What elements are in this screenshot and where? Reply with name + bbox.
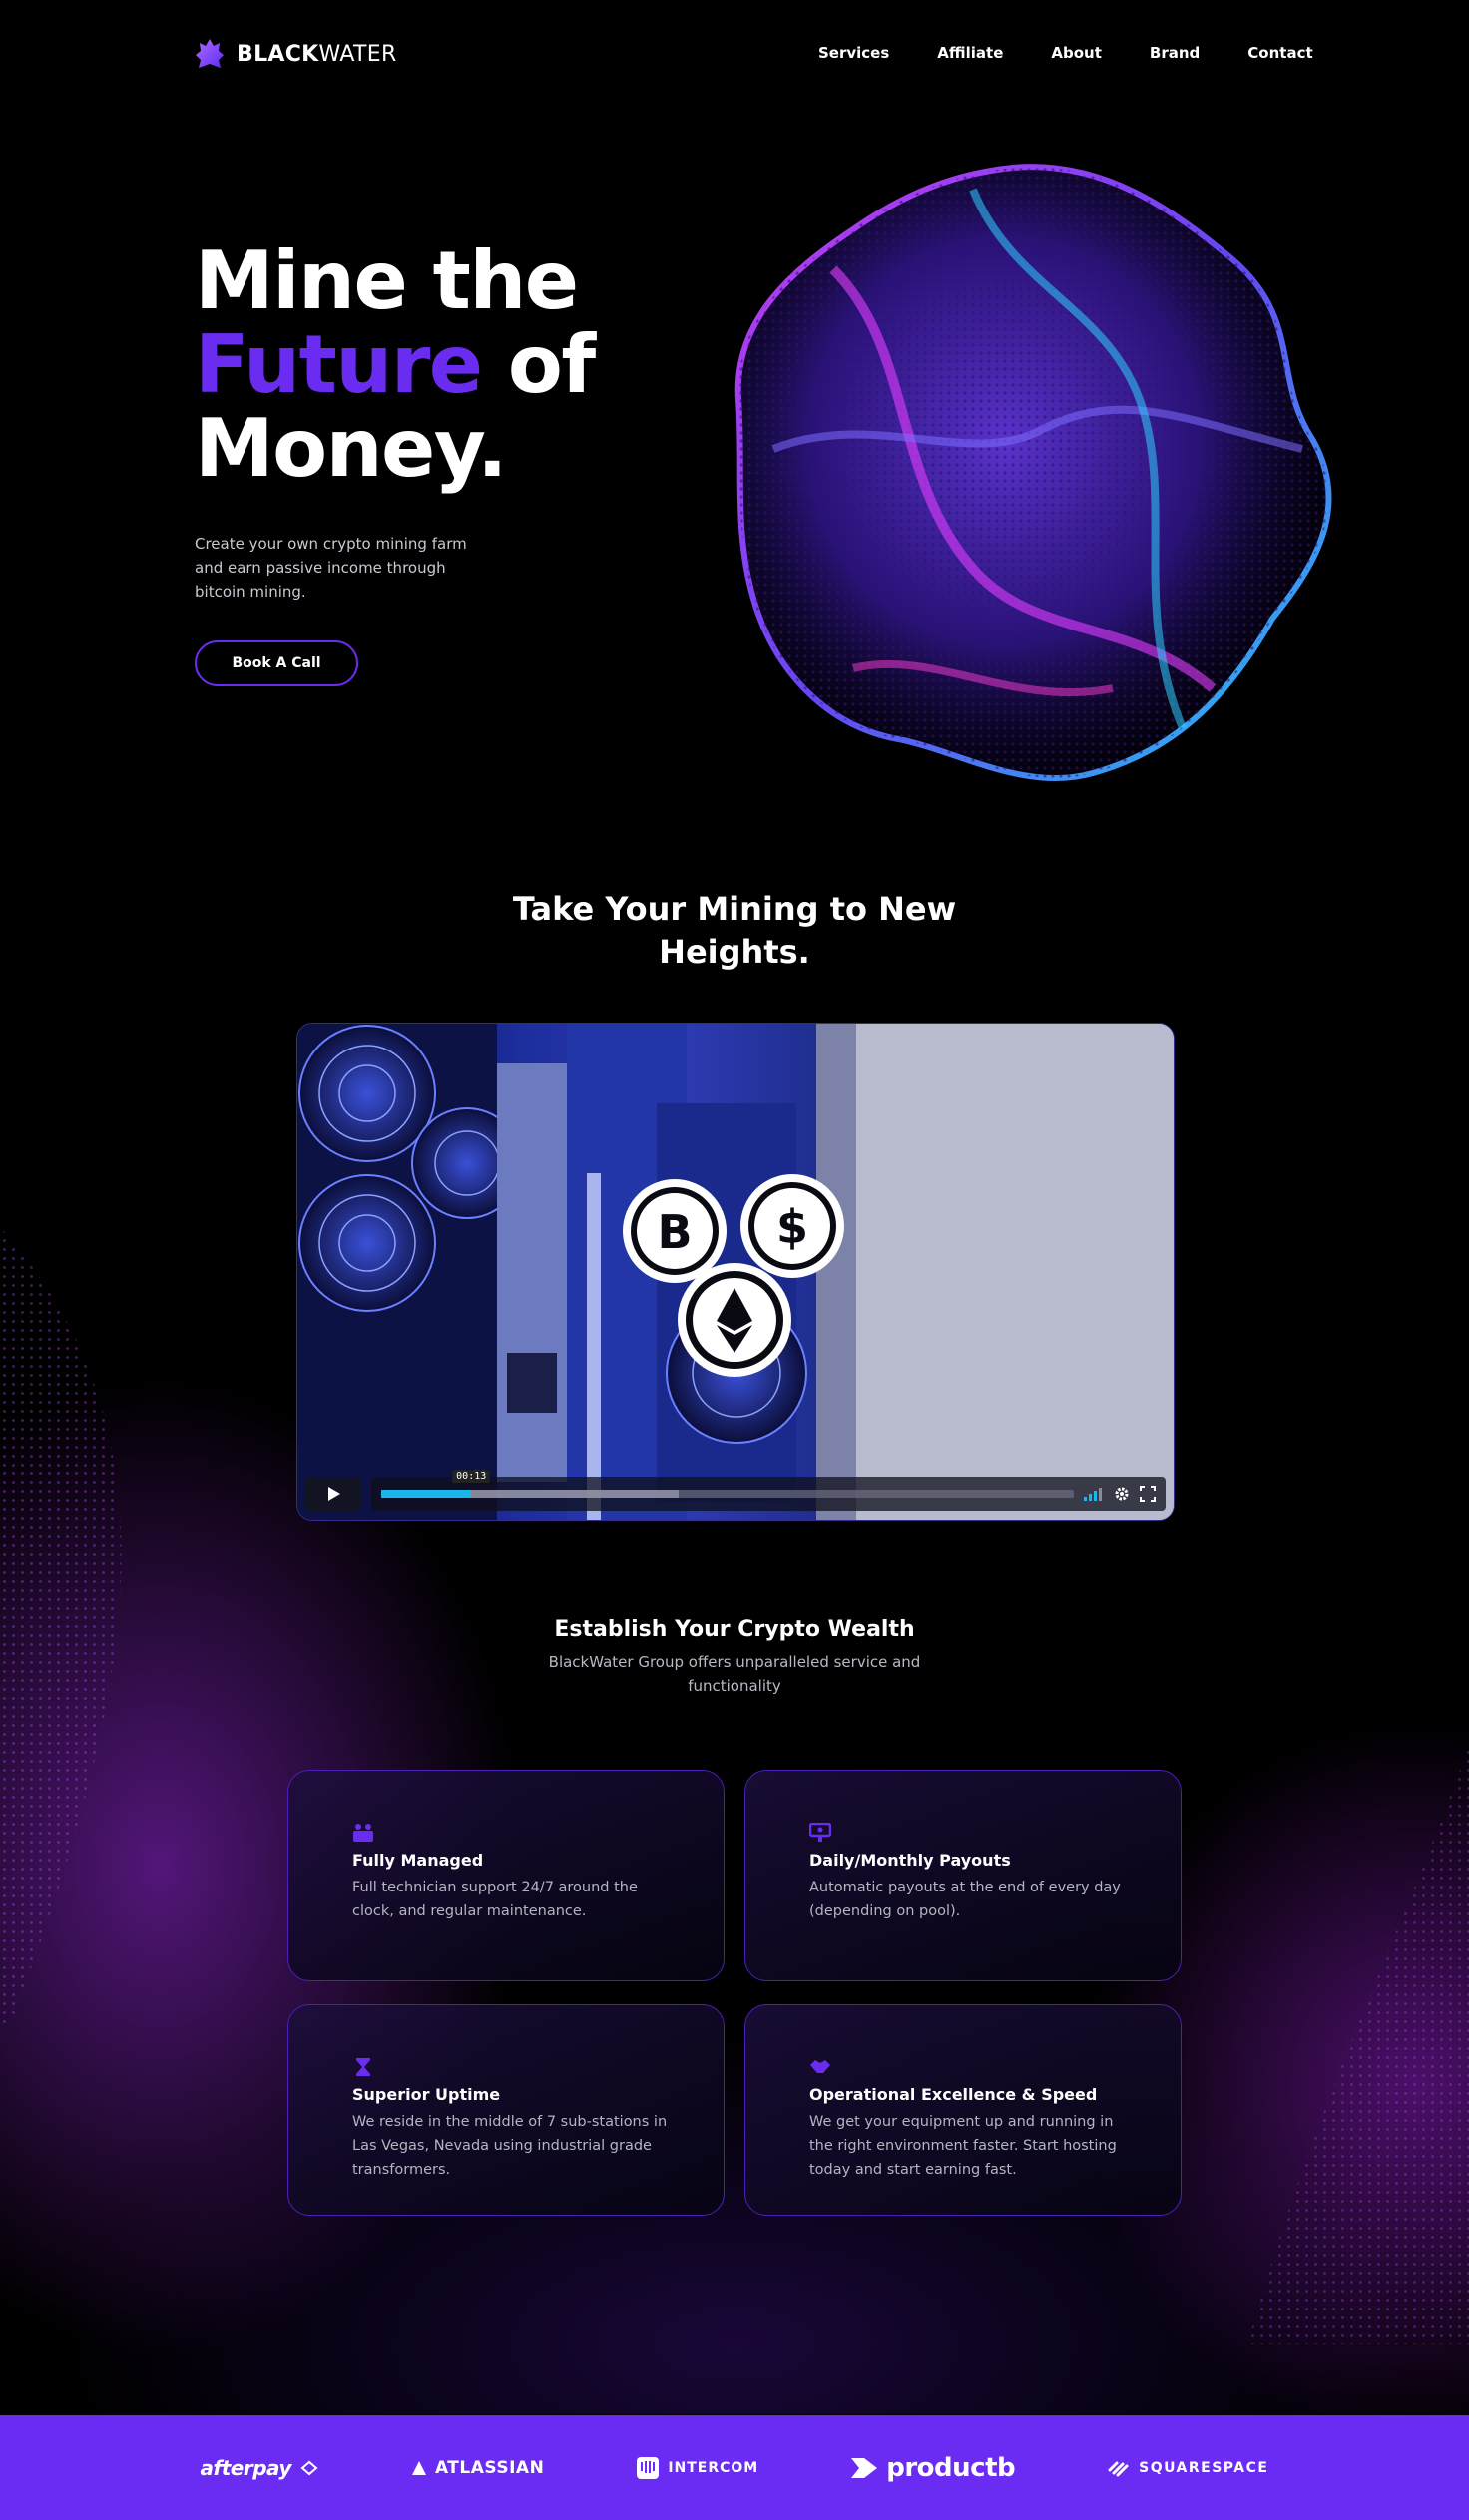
wealth-section-subtitle: BlackWater Group offers unparalleled ser… bbox=[548, 1653, 921, 1695]
hero-title-line2: of bbox=[481, 318, 596, 411]
feature-card-fully-managed: Fully Managed Full technician support 24… bbox=[287, 1770, 725, 1981]
volume-icon[interactable] bbox=[1084, 1487, 1104, 1501]
video-section-title: Take Your Mining to New Heights. bbox=[512, 890, 957, 971]
time-tooltip: 00:13 bbox=[452, 1470, 491, 1483]
brand-name: BLACKWATER bbox=[237, 41, 397, 67]
hero-title-line3: Money. bbox=[195, 402, 507, 495]
nav-item-contact[interactable]: Contact bbox=[1247, 44, 1312, 62]
team-icon bbox=[353, 1824, 373, 1842]
hero-title-accent: Future bbox=[195, 318, 483, 411]
partner-atlassian-logo: ATLASSIAN bbox=[411, 2458, 544, 2478]
nav-item-affiliate[interactable]: Affiliate bbox=[937, 44, 1003, 62]
feature-text: Automatic payouts at the end of every da… bbox=[809, 1880, 1121, 1919]
hero-title: Mine the Future of Money. bbox=[195, 239, 596, 491]
hourglass-icon bbox=[356, 2058, 370, 2076]
partner-productb-logo: productb bbox=[850, 2452, 1016, 2483]
nav-item-about[interactable]: About bbox=[1051, 44, 1102, 62]
progress-fill bbox=[381, 1490, 472, 1498]
play-button[interactable] bbox=[305, 1477, 361, 1511]
book-call-button[interactable]: Book A Call bbox=[195, 640, 358, 686]
feature-title: Superior Uptime bbox=[352, 2085, 501, 2104]
svg-text:$: $ bbox=[776, 1200, 808, 1254]
flame-logo-icon bbox=[196, 39, 224, 68]
squarespace-knot-icon bbox=[1108, 2461, 1129, 2476]
fullscreen-icon[interactable] bbox=[1140, 1486, 1156, 1502]
atlassian-triangle-icon bbox=[411, 2460, 426, 2475]
partner-label: afterpay bbox=[200, 2455, 292, 2480]
feature-title: Daily/Monthly Payouts bbox=[809, 1851, 1011, 1870]
page: BLACKWATER Services Affiliate About Bran… bbox=[0, 0, 1469, 2520]
bitcoin-coin-icon: B bbox=[623, 1179, 727, 1283]
dollar-coin-icon: $ bbox=[740, 1174, 844, 1278]
partner-label: ATLASSIAN bbox=[434, 2457, 545, 2478]
feature-card-payouts: Daily/Monthly Payouts Automatic payouts … bbox=[744, 1770, 1182, 1981]
wealth-section-title: Establish Your Crypto Wealth bbox=[554, 1617, 915, 1642]
hero-title-line1: Mine the bbox=[195, 234, 579, 327]
partner-afterpay-logo: afterpay bbox=[201, 2456, 319, 2480]
afterpay-arrows-icon bbox=[300, 2460, 318, 2475]
feature-title: Fully Managed bbox=[352, 1851, 484, 1870]
video-controls: 00:13 bbox=[305, 1470, 1166, 1512]
hero-subtitle: Create your own crypto mining farm and e… bbox=[195, 535, 467, 601]
nav-item-services[interactable]: Services bbox=[818, 44, 889, 62]
productb-chevron-icon bbox=[851, 2457, 878, 2478]
feature-title: Operational Excellence & Speed bbox=[809, 2085, 1098, 2104]
intercom-square-icon bbox=[637, 2456, 660, 2479]
partner-squarespace-logo: SQUARESPACE bbox=[1107, 2458, 1268, 2478]
svg-text:B: B bbox=[657, 1205, 692, 1259]
partner-label: productb bbox=[886, 2452, 1016, 2483]
feature-card-uptime: Superior Uptime We reside in the middle … bbox=[287, 2004, 725, 2216]
settings-gear-icon[interactable] bbox=[1114, 1486, 1130, 1502]
brand-logo[interactable]: BLACKWATER bbox=[195, 38, 397, 70]
partner-label: INTERCOM bbox=[668, 2459, 759, 2476]
player-icon-group bbox=[1084, 1486, 1156, 1502]
partner-logo-bar: afterpay ATLASSIAN INTERCOM productb SQU… bbox=[0, 2415, 1469, 2520]
progress-bar-container: 00:13 bbox=[371, 1470, 1166, 1511]
feature-card-operational-excellence: Operational Excellence & Speed We get yo… bbox=[744, 2004, 1182, 2216]
partner-label: SQUARESPACE bbox=[1139, 2459, 1269, 2476]
feature-text: Full technician support 24/7 around the … bbox=[352, 1880, 638, 1919]
main-nav: Services Affiliate About Brand Contact bbox=[818, 44, 1313, 62]
particle-orb-graphic bbox=[734, 164, 1332, 781]
play-icon bbox=[328, 1487, 340, 1501]
nav-item-brand[interactable]: Brand bbox=[1150, 44, 1200, 62]
payout-icon bbox=[809, 1823, 831, 1842]
feature-text: We get your equipment up and running in … bbox=[809, 2114, 1117, 2178]
handshake-icon bbox=[810, 2060, 830, 2073]
ethereum-coin-icon bbox=[678, 1263, 791, 1377]
partner-intercom-logo: INTERCOM bbox=[636, 2456, 758, 2480]
video-player[interactable]: B $ 00:13 bbox=[296, 1023, 1175, 1521]
video-frame-mining-rigs: B $ bbox=[297, 1024, 1174, 1520]
progress-track[interactable]: 00:13 bbox=[381, 1470, 1074, 1498]
feature-text: We reside in the middle of 7 sub-station… bbox=[352, 2114, 668, 2178]
